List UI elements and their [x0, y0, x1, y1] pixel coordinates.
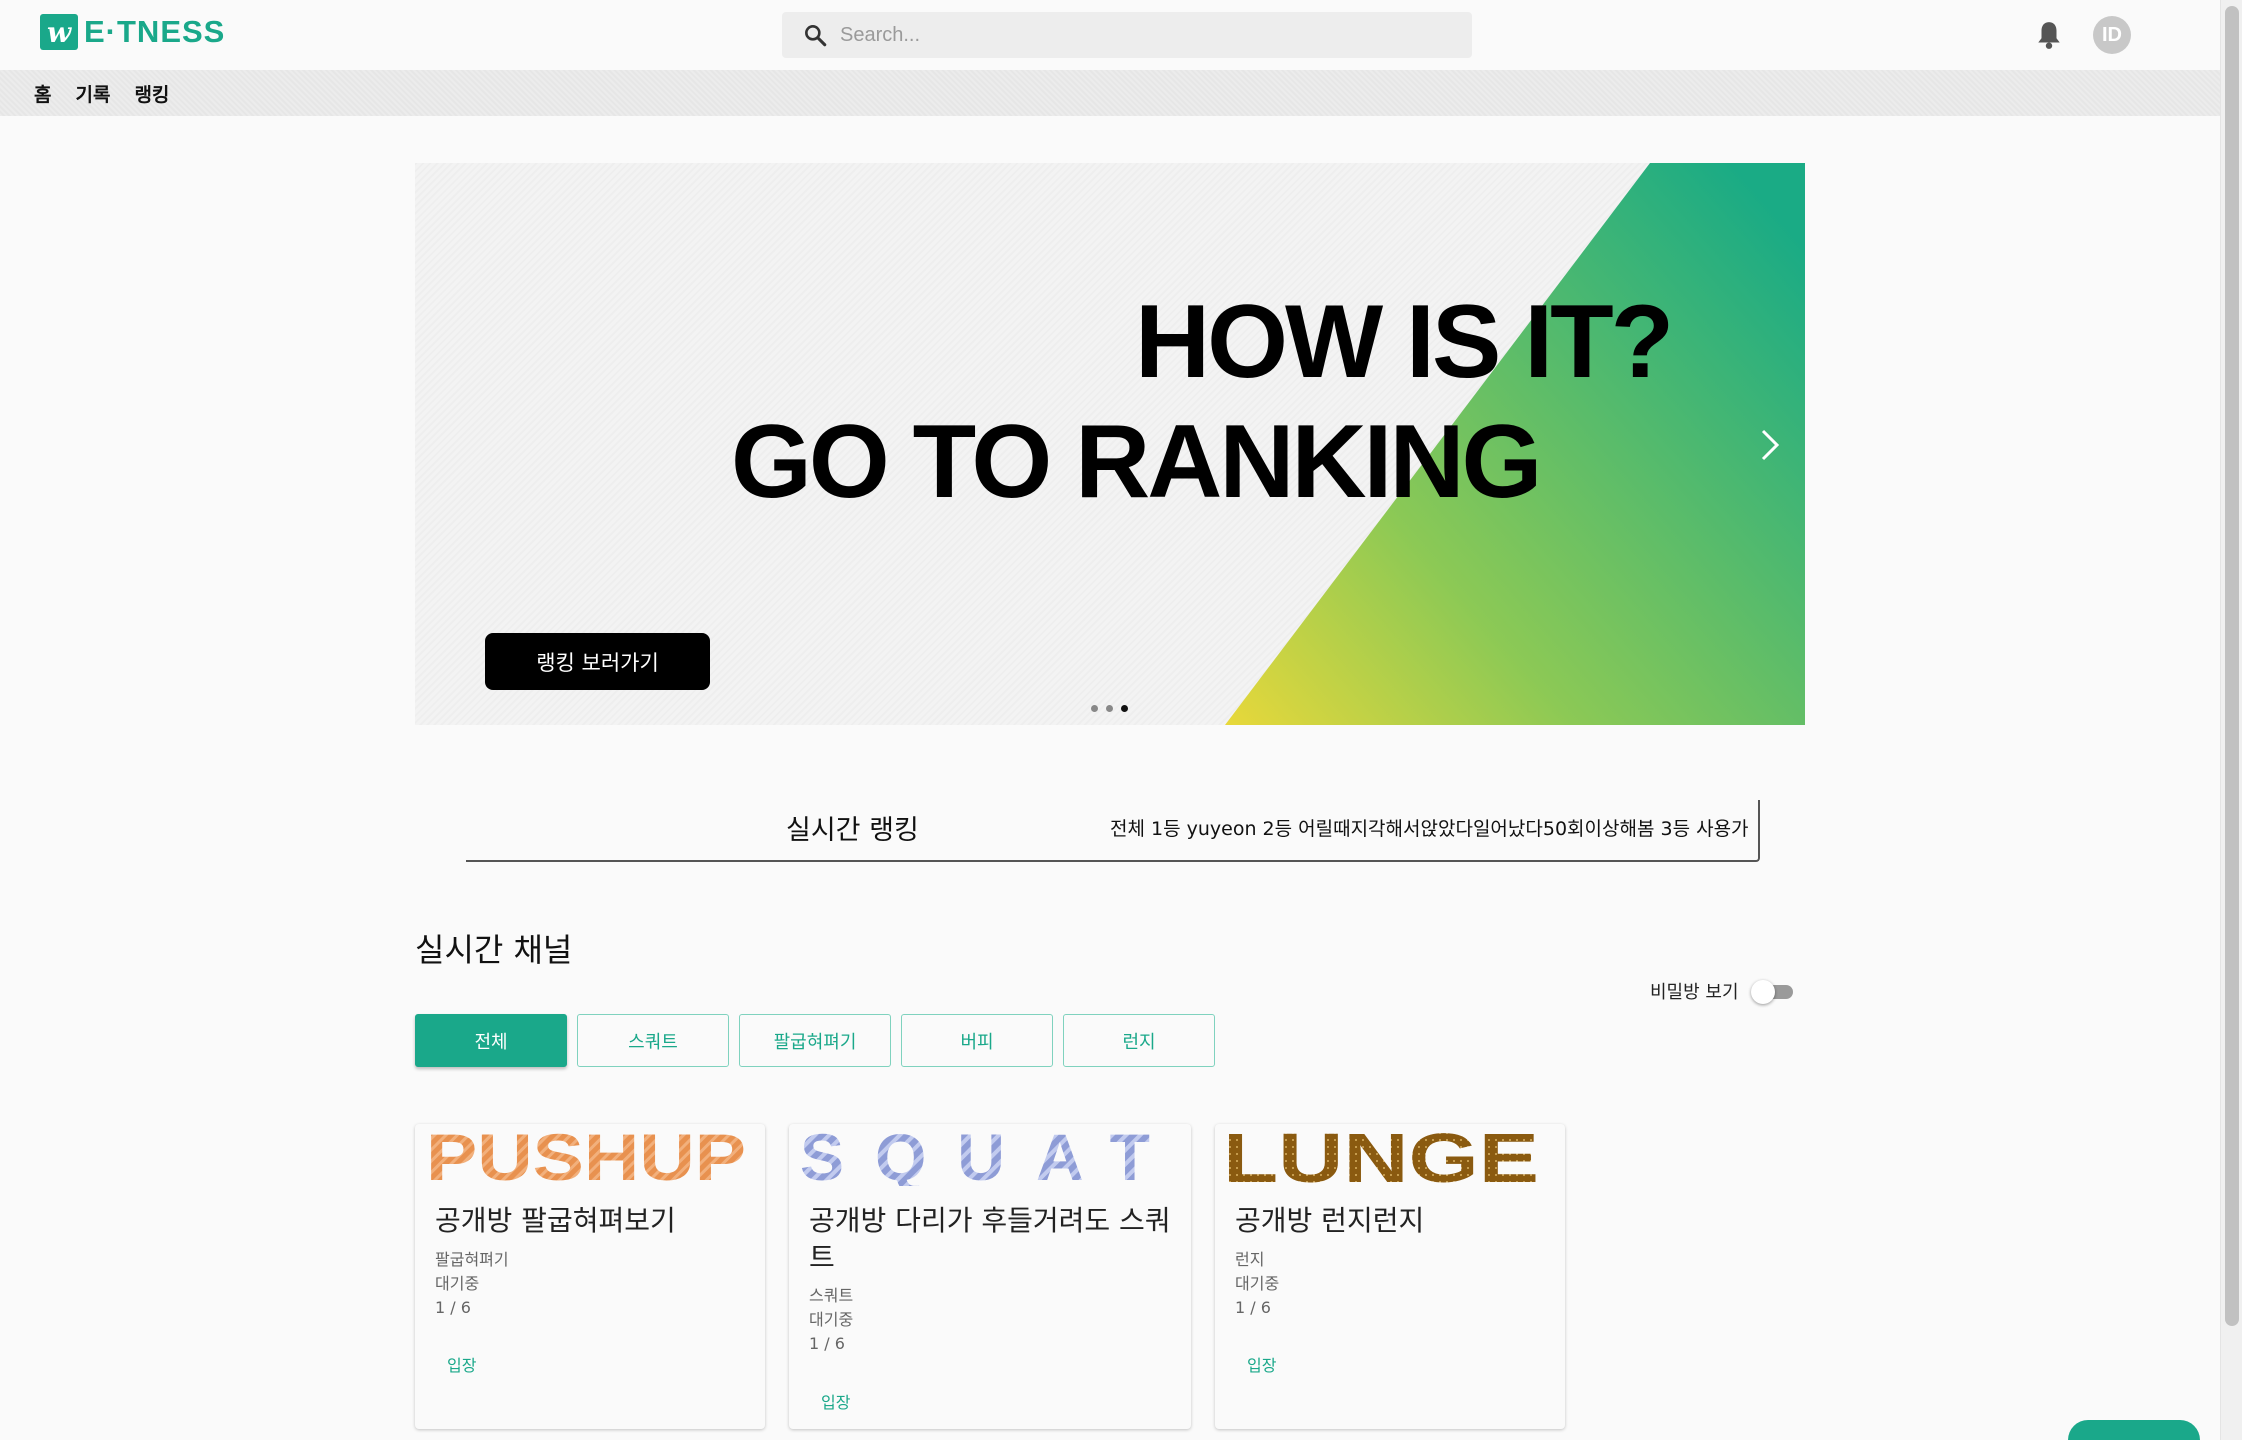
filter-burpee[interactable]: 버피	[901, 1014, 1053, 1067]
enter-button[interactable]: 입장	[1247, 1352, 1276, 1376]
card-status: 대기중	[1235, 1274, 1280, 1293]
filter-squat[interactable]: 스쿼트	[577, 1014, 729, 1067]
scrollbar-thumb[interactable]	[2225, 6, 2239, 1326]
notification-bell-icon[interactable]	[2036, 20, 2062, 50]
filter-pushup[interactable]: 팔굽혀펴기	[739, 1014, 891, 1067]
card-title: 공개방 런지런지	[1235, 1204, 1425, 1237]
carousel-dot[interactable]	[1106, 705, 1113, 712]
live-ranking-ticker: 전체 1등 yuyeon 2등 어릴때지각해서앉았다일어났다50회이상해봄 3등…	[1110, 818, 1749, 840]
card-participants: 1 / 6	[809, 1334, 845, 1353]
card-participants: 1 / 6	[435, 1298, 471, 1317]
logo[interactable]: w E·TNESS	[40, 14, 225, 50]
live-channels-title: 실시간 채널	[415, 931, 573, 969]
card-title: 공개방 다리가 후들거려도 스쿼트	[809, 1204, 1171, 1274]
card-category: 스쿼트	[809, 1286, 854, 1305]
hero-carousel: HOW IS IT? GO TO RANKING 랭킹 보러가기	[415, 163, 1805, 725]
filter-lunge[interactable]: 런지	[1063, 1014, 1215, 1067]
pushup-image-text: PUSHUP	[426, 1124, 746, 1186]
filter-all[interactable]: 전체	[415, 1014, 567, 1067]
live-ranking-title: 실시간 랭킹	[786, 815, 919, 846]
nav-item-records[interactable]: 기록	[75, 80, 110, 107]
channel-card[interactable]: LUNGE 공개방 런지런지 런지 대기중 1 / 6 입장	[1215, 1124, 1565, 1429]
top-header: w E·TNESS ID	[0, 0, 2220, 70]
banner-headline-2: GO TO RANKING	[731, 404, 1542, 520]
card-status: 대기중	[435, 1274, 480, 1293]
pushup-image: PUSHUP	[426, 1124, 746, 1186]
carousel-next-icon[interactable]	[1755, 425, 1785, 465]
secret-room-label: 비밀방 보기	[1650, 982, 1739, 1003]
carousel-dot[interactable]	[1091, 705, 1098, 712]
channel-card[interactable]: PUSHUP 공개방 팔굽혀펴보기 팔굽혀펴기 대기중 1 / 6 입장	[415, 1124, 765, 1429]
channel-card[interactable]: SQUAT 공개방 다리가 후들거려도 스쿼트 스쿼트 대기중 1 / 6 입장	[789, 1124, 1191, 1429]
search-bar[interactable]	[782, 12, 1472, 58]
search-input[interactable]	[840, 23, 1440, 47]
go-to-ranking-button[interactable]: 랭킹 보러가기	[485, 633, 710, 690]
nav-item-home[interactable]: 홈	[34, 80, 51, 107]
user-avatar[interactable]: ID	[2093, 16, 2131, 54]
logo-mark: w	[40, 14, 78, 50]
nav-item-ranking[interactable]: 랭킹	[134, 80, 169, 107]
enter-button[interactable]: 입장	[821, 1389, 850, 1413]
carousel-dots	[1091, 705, 1128, 712]
secret-room-toggle: 비밀방 보기	[1650, 976, 1793, 1006]
banner-headline-1: HOW IS IT?	[1135, 284, 1674, 400]
squat-image-text: SQUAT	[800, 1124, 1150, 1186]
card-status: 대기중	[809, 1310, 854, 1329]
card-category: 런지	[1235, 1250, 1265, 1269]
squat-image: SQUAT	[800, 1124, 1150, 1186]
logo-text: E·TNESS	[84, 14, 226, 49]
card-title: 공개방 팔굽혀펴보기	[435, 1204, 676, 1237]
floating-action-button[interactable]	[2068, 1420, 2200, 1440]
card-category: 팔굽혀펴기	[435, 1250, 509, 1269]
lunge-image-text: LUNGE	[1223, 1124, 1539, 1186]
carousel-dot-active[interactable]	[1121, 705, 1128, 712]
page-scrollbar[interactable]	[2220, 0, 2242, 1440]
live-ranking: 실시간 랭킹 전체 1등 yuyeon 2등 어릴때지각해서앉았다일어났다50회…	[466, 800, 1760, 862]
channel-filters: 전체 스쿼트 팔굽혀펴기 버피 런지	[415, 1014, 1215, 1067]
page: w E·TNESS ID 홈 기록 랭킹	[0, 0, 2242, 1440]
enter-button[interactable]: 입장	[447, 1352, 476, 1376]
secret-room-switch[interactable]	[1750, 976, 1793, 1006]
search-icon	[805, 25, 827, 47]
card-participants: 1 / 6	[1235, 1298, 1271, 1317]
main-nav: 홈 기록 랭킹	[0, 70, 2220, 116]
lunge-image: LUNGE	[1223, 1124, 1539, 1186]
switch-thumb	[1750, 980, 1775, 1004]
